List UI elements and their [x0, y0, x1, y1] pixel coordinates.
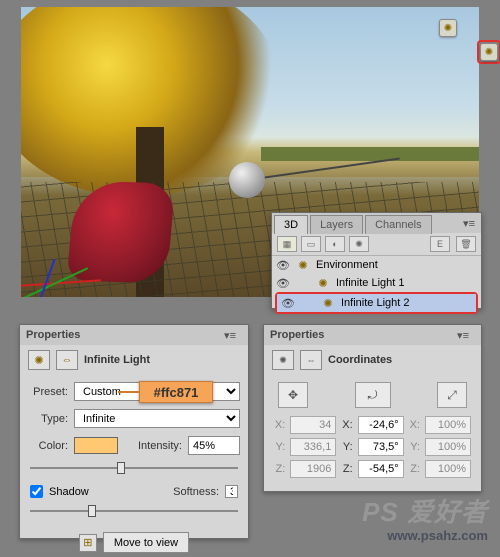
highlight-light-widget: ✺ — [477, 40, 500, 64]
panel-title: Properties ▾≡ — [264, 325, 481, 345]
light-icon: ✺ — [321, 297, 335, 310]
hedge — [261, 147, 479, 161]
environment-icon: ✺ — [296, 259, 310, 272]
light-category-icon[interactable]: ✺ — [28, 350, 50, 370]
pos-x-input[interactable] — [290, 416, 336, 434]
slider-thumb[interactable] — [117, 462, 125, 474]
intensity-input[interactable] — [188, 436, 240, 455]
filter-e-icon[interactable]: E — [430, 236, 450, 252]
axis-label-scale: Z: — [409, 463, 420, 475]
axis-label-pos: X: — [274, 419, 285, 431]
move-tool-icon[interactable]: ✥ — [278, 382, 308, 408]
rotate-tool-icon[interactable]: ⤾ — [355, 382, 391, 408]
softness-slider[interactable] — [30, 504, 238, 518]
coordinate-grid: X: X: X: Y: Y: Y: Z: Z: Z: — [264, 416, 481, 478]
scale-tool-icon[interactable]: ⤢ — [437, 382, 467, 408]
heading-text: Coordinates — [328, 354, 392, 366]
type-label: Type: — [28, 413, 68, 425]
scale-z-input[interactable] — [425, 460, 471, 478]
axis-label-pos: Z: — [274, 463, 285, 475]
pos-y-input[interactable] — [290, 438, 336, 456]
tab-3d[interactable]: 3D — [274, 215, 308, 234]
layer-label: Environment — [316, 259, 378, 271]
rot-x-input[interactable] — [358, 416, 404, 434]
visibility-icon[interactable]: 👁 — [276, 259, 290, 272]
panel-menu-icon[interactable]: ▾≡ — [451, 326, 475, 345]
panel-title: Properties ▾≡ — [20, 325, 248, 345]
title-text: Properties — [270, 329, 324, 341]
softness-label: Softness: — [173, 486, 219, 498]
preset-label: Preset: — [28, 386, 68, 398]
color-swatch[interactable] — [74, 437, 118, 454]
panel-menu-icon[interactable]: ▾≡ — [457, 214, 481, 233]
watermark-url: www.psahz.com — [387, 528, 488, 543]
light-icon: ✺ — [316, 277, 330, 290]
tab-channels[interactable]: Channels — [365, 215, 431, 234]
slider-thumb[interactable] — [88, 505, 96, 517]
light-gizmo-sphere[interactable] — [229, 162, 265, 198]
scale-x-input[interactable] — [425, 416, 471, 434]
callout-color-hex: #ffc871 — [139, 381, 213, 403]
shadow-checkbox[interactable] — [30, 485, 43, 498]
move-to-view-button[interactable]: Move to view — [103, 532, 189, 553]
watermark-logo: PS 爱好者 — [362, 492, 488, 529]
axis-label-scale: Y: — [409, 441, 420, 453]
light-category-icon[interactable]: ✺ — [272, 350, 294, 370]
layer-infinite-light-2[interactable]: 👁 ✺ Infinite Light 2 — [277, 294, 476, 312]
light-widget-b[interactable]: ✺ — [480, 43, 498, 61]
intensity-label: Intensity: — [138, 440, 182, 452]
light-widget-a[interactable]: ✺ — [439, 19, 457, 37]
filter-whole-scene-icon[interactable]: ▦ — [277, 236, 297, 252]
rot-y-input[interactable] — [358, 438, 404, 456]
move-to-view-icon: ⊞ — [79, 534, 97, 552]
panel-3d: 3D Layers Channels ▾≡ ▦ ▭ ◐ ✺ E 🗑 👁 ✺ En… — [271, 212, 482, 309]
panel-menu-icon[interactable]: ▾≡ — [218, 326, 242, 345]
delete-icon[interactable]: 🗑 — [456, 236, 476, 252]
layer-label: Infinite Light 1 — [336, 277, 405, 289]
axis-label-rot: Y: — [341, 441, 352, 453]
filter-meshes-icon[interactable]: ▭ — [301, 236, 321, 252]
coord-row-z: Z: Z: Z: — [274, 460, 471, 478]
intensity-slider[interactable] — [30, 461, 238, 475]
color-label: Color: — [28, 440, 68, 452]
panel-tabs: 3D Layers Channels ▾≡ — [272, 213, 481, 233]
softness-input[interactable] — [225, 485, 238, 498]
filter-materials-icon[interactable]: ◐ — [325, 236, 345, 252]
layer-environment[interactable]: 👁 ✺ Environment — [272, 256, 481, 274]
layer-label: Infinite Light 2 — [341, 297, 410, 309]
visibility-icon[interactable]: 👁 — [281, 297, 295, 310]
visibility-icon[interactable]: 👁 — [276, 277, 290, 290]
axis-label-rot: X: — [341, 419, 352, 431]
axis-label-pos: Y: — [274, 441, 285, 453]
coordinates-category-icon[interactable]: ⇔ — [300, 350, 322, 370]
rot-z-input[interactable] — [358, 460, 404, 478]
pos-z-input[interactable] — [290, 460, 336, 478]
scale-y-input[interactable] — [425, 438, 471, 456]
tab-layers[interactable]: Layers — [310, 215, 363, 234]
light-coords-icon[interactable]: ⇔ — [56, 350, 78, 370]
panel-properties-coordinates: Properties ▾≡ ✺ ⇔ Coordinates ✥ ⤾ ⤢ X: X… — [263, 324, 482, 492]
highlight-selected-layer: 👁 ✺ Infinite Light 2 — [275, 292, 478, 314]
heading-text: Infinite Light — [84, 354, 150, 366]
coord-row-x: X: X: X: — [274, 416, 471, 434]
title-text: Properties — [26, 329, 80, 341]
type-select[interactable]: Infinite — [74, 409, 240, 428]
filter-lights-icon[interactable]: ✺ — [349, 236, 369, 252]
axis-label-rot: Z: — [341, 463, 352, 475]
axis-gizmo[interactable] — [21, 267, 111, 297]
shadow-label: Shadow — [49, 486, 89, 498]
axis-label-scale: X: — [409, 419, 420, 431]
layer-infinite-light-1[interactable]: 👁 ✺ Infinite Light 1 — [272, 274, 481, 292]
panel-toolbar: ▦ ▭ ◐ ✺ E 🗑 — [272, 233, 481, 256]
coord-row-y: Y: Y: Y: — [274, 438, 471, 456]
panel-properties-light: Properties ▾≡ ✺ ⇔ Infinite Light Preset:… — [19, 324, 249, 539]
